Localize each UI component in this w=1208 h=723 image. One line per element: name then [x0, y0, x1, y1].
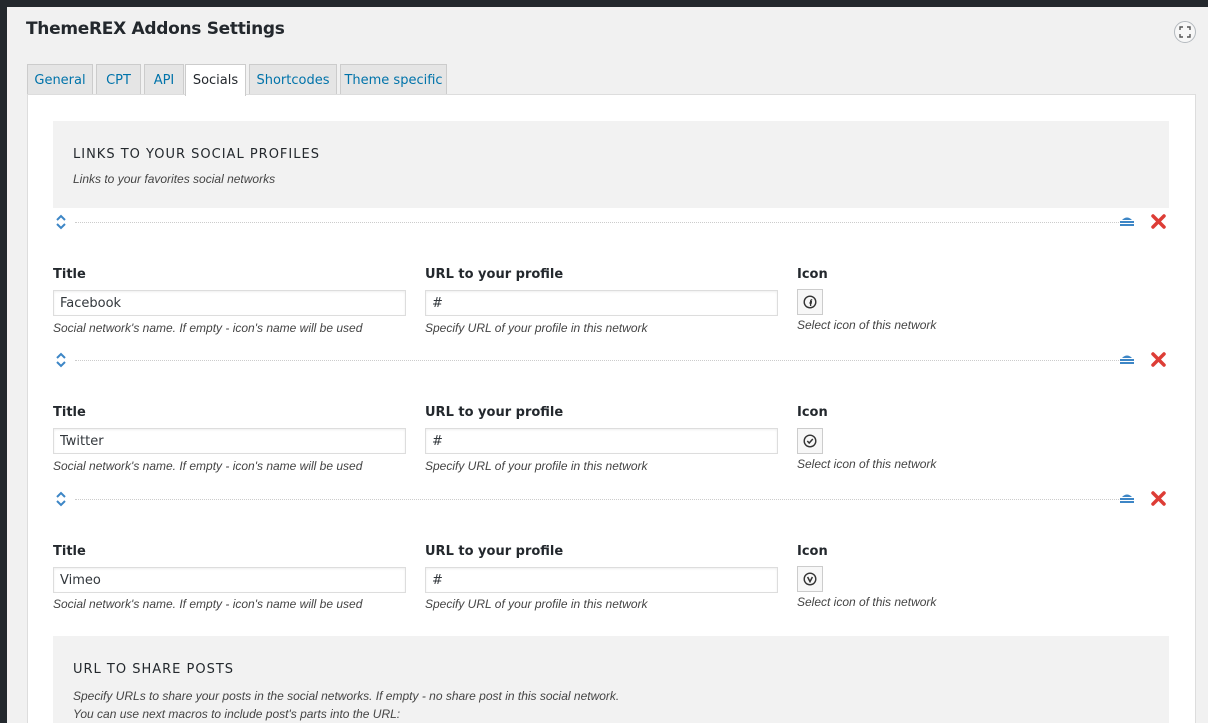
tab-cpt[interactable]: CPT [96, 64, 141, 95]
settings-panel: ThemeREX Addons Settings General CPT API… [7, 7, 1208, 723]
clone-icon[interactable] [1119, 215, 1135, 228]
clone-icon[interactable] [1119, 353, 1135, 366]
row-divider [75, 360, 1119, 361]
url-hint: Specify URL of your profile in this netw… [425, 321, 648, 335]
url-hint: Specify URL of your profile in this netw… [425, 597, 648, 611]
icon-label: Icon [797, 405, 828, 420]
move-handle-icon[interactable] [55, 490, 67, 508]
icon-hint: Select icon of this network [797, 457, 937, 471]
url-label: URL to your profile [425, 405, 564, 420]
tab-content: LINKS TO YOUR SOCIAL PROFILES Links to y… [27, 94, 1196, 723]
title-hint: Social network's name. If empty - icon's… [53, 459, 363, 473]
title-label: Title [53, 267, 86, 282]
row-divider [75, 499, 1119, 500]
fullscreen-button[interactable] [1174, 21, 1196, 43]
share-section-header: URL TO SHARE POSTS Specify URLs to share… [53, 636, 1169, 723]
icon-picker-button[interactable] [797, 428, 823, 454]
facebook-icon [803, 295, 817, 309]
title-label: Title [53, 405, 86, 420]
title-hint: Social network's name. If empty - icon's… [53, 597, 363, 611]
section-description: Links to your favorites social networks [73, 172, 276, 186]
page-title: ThemeREX Addons Settings [26, 19, 285, 39]
row-divider [75, 222, 1119, 223]
url-hint: Specify URL of your profile in this netw… [425, 459, 648, 473]
icon-hint: Select icon of this network [797, 595, 937, 609]
title-label: Title [53, 544, 86, 559]
url-label: URL to your profile [425, 544, 564, 559]
tab-api[interactable]: API [144, 64, 184, 95]
section-title: URL TO SHARE POSTS [73, 662, 235, 677]
url-input[interactable] [425, 567, 778, 593]
section-description-line: You can use next macros to include post'… [73, 707, 401, 721]
icon-hint: Select icon of this network [797, 318, 937, 332]
title-hint: Social network's name. If empty - icon's… [53, 321, 363, 335]
url-input[interactable] [425, 428, 778, 454]
tab-socials[interactable]: Socials [185, 64, 246, 96]
delete-icon[interactable] [1151, 352, 1166, 367]
twitter-icon [803, 434, 817, 448]
tab-shortcodes[interactable]: Shortcodes [249, 64, 337, 95]
delete-icon[interactable] [1151, 491, 1166, 506]
url-label: URL to your profile [425, 267, 564, 282]
social-row-toolbar [53, 489, 1169, 509]
url-input[interactable] [425, 290, 778, 316]
title-input[interactable] [53, 567, 406, 593]
clone-icon[interactable] [1119, 492, 1135, 505]
tab-theme-specific[interactable]: Theme specific [340, 64, 447, 95]
title-input[interactable] [53, 428, 406, 454]
delete-icon[interactable] [1151, 214, 1166, 229]
section-title: LINKS TO YOUR SOCIAL PROFILES [73, 147, 320, 162]
social-row-toolbar [53, 350, 1169, 370]
move-handle-icon[interactable] [55, 351, 67, 369]
icon-label: Icon [797, 544, 828, 559]
expand-icon [1179, 26, 1191, 38]
icon-picker-button[interactable] [797, 566, 823, 592]
social-row-toolbar [53, 212, 1169, 232]
move-handle-icon[interactable] [55, 213, 67, 231]
tab-general[interactable]: General [27, 64, 93, 95]
icon-picker-button[interactable] [797, 289, 823, 315]
title-input[interactable] [53, 290, 406, 316]
icon-label: Icon [797, 267, 828, 282]
vimeo-icon [803, 572, 817, 586]
section-description-line: Specify URLs to share your posts in the … [73, 689, 620, 703]
socials-section-header: LINKS TO YOUR SOCIAL PROFILES Links to y… [53, 121, 1169, 208]
